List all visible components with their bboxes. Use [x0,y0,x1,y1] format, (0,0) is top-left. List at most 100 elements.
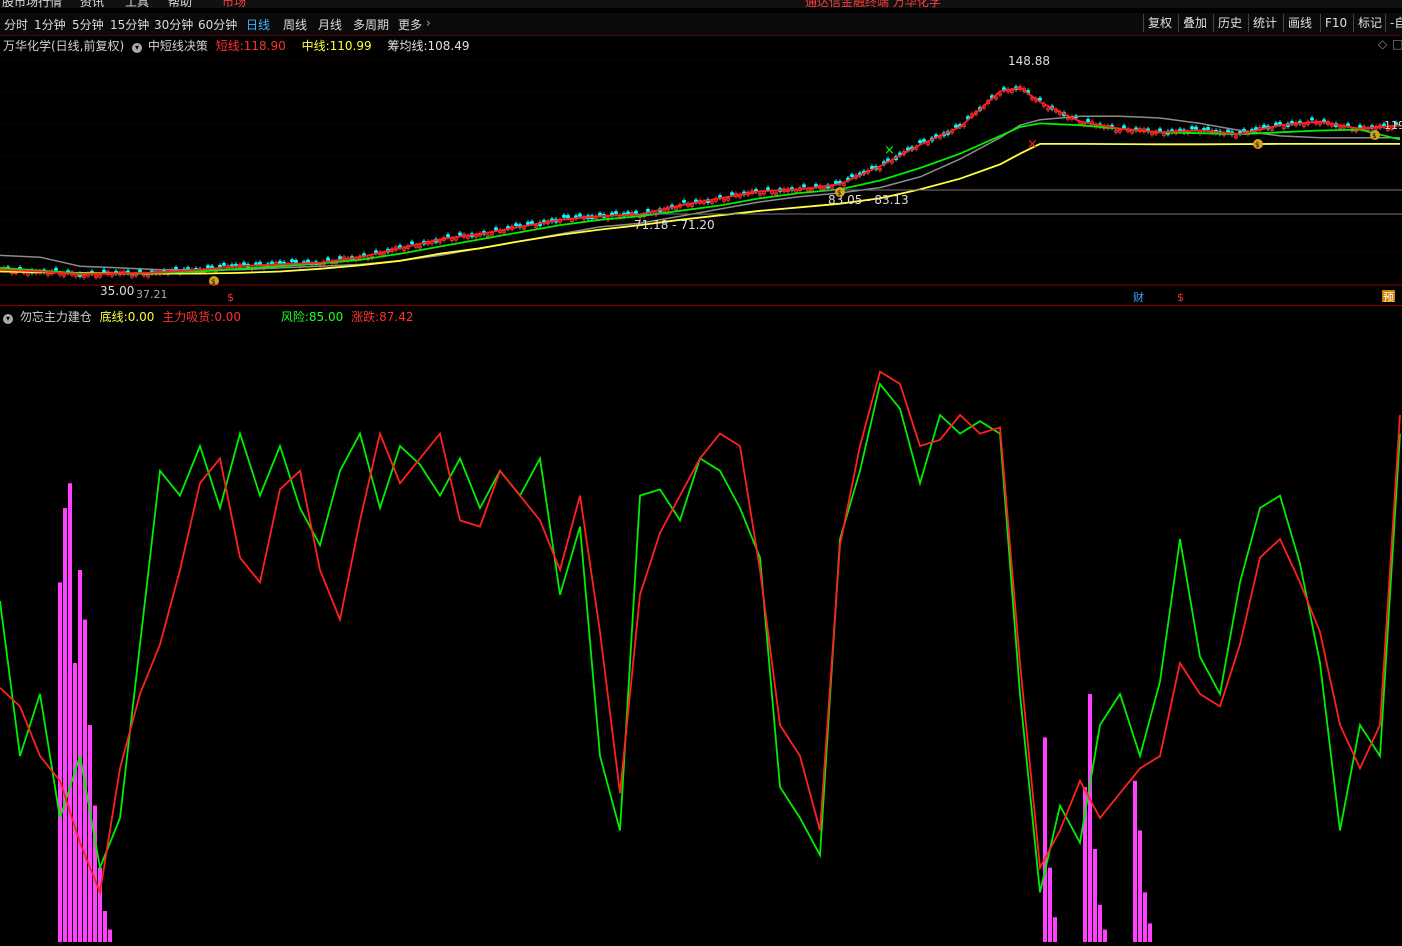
candle-body [458,232,462,236]
candle-body [410,241,414,245]
candle-body [338,256,342,260]
main-buy-bar [1053,917,1057,942]
price-chart[interactable]: 148.88 83.05 - 83.13 71.18 - 71.20 35.00… [0,52,1402,302]
candle-body [1122,125,1126,129]
candle-body [682,200,686,203]
candle-body [222,263,226,266]
tab-monthly[interactable]: 月线 [318,16,342,33]
svg-text:$: $ [837,189,841,197]
tool-mark[interactable]: 标记 [1353,14,1386,32]
menu-market[interactable]: 股市场行情 [2,0,62,8]
tool-f10[interactable]: F10 [1320,14,1351,32]
candle-body [730,192,734,196]
diamond-icon[interactable]: ◇ [1378,37,1387,51]
main-buy-bar [1133,780,1137,942]
low-price-label: 35.00 [100,284,134,298]
tab-1min[interactable]: 1分钟 [34,16,66,33]
candle-body [918,140,922,144]
candle-body [530,221,534,225]
tool-statistics[interactable]: 统计 [1248,14,1281,32]
event-marker-finance[interactable]: 财 [1133,290,1144,302]
tab-intraday[interactable]: 分时 [4,16,28,33]
candle-body [834,180,838,185]
panel-divider[interactable] [0,305,1402,306]
candle-body [138,269,142,273]
event-marker-forecast[interactable]: 预 [1382,290,1395,302]
tool-overlay[interactable]: 叠加 [1178,14,1211,32]
tab-5min[interactable]: 5分钟 [72,16,104,33]
window-title: 通达信金融终端 万华化学 [805,0,941,8]
sub-grid [0,351,1402,929]
candle-body [1206,127,1210,130]
menu-news[interactable]: 资讯 [80,0,104,8]
menu-tools[interactable]: 工具 [125,0,149,8]
main-buy-bar [73,663,77,942]
svg-text:$: $ [1372,132,1376,140]
menu-market-tab[interactable]: 市场 [222,0,246,8]
money-bag-icon: $ [1253,139,1263,149]
tool-self[interactable]: -自 [1385,14,1402,32]
tab-15min[interactable]: 15分钟 [110,16,149,33]
main-buy-bar [1143,892,1147,942]
event-marker-dividend[interactable]: $ [227,291,234,302]
tool-restore-rights[interactable]: 复权 [1143,14,1176,32]
indicator-chart[interactable] [0,322,1402,946]
candle-body [446,234,450,238]
main-buy-bar [63,508,67,942]
main-buy-bar [1138,830,1142,942]
tab-weekly[interactable]: 周线 [283,16,307,33]
candle-body [1158,128,1162,132]
candle-body [1358,124,1362,129]
mid-line-value: 110.99 [329,39,372,53]
candle-body [1310,117,1314,121]
main-buy-bar [1048,867,1052,942]
short-line-label: 短线: [215,39,244,53]
range-label-2: 71.18 - 71.20 [634,218,715,232]
short-line-value: 118.90 [243,39,286,53]
candle-body [54,267,58,271]
low-near-label: 37.21 [136,288,168,301]
tab-30min[interactable]: 30分钟 [154,16,193,33]
candle-body [634,210,638,214]
candle-body [206,265,210,269]
candle-body [242,262,246,266]
buy-cross-icon: × [884,143,895,158]
high-price-label: 148.88 [1008,54,1050,68]
candle-body [766,187,770,191]
main-buy-bar [58,582,62,942]
candle-body [578,213,582,217]
candle-body [278,260,282,264]
tab-multi-period[interactable]: 多周期 [353,16,389,33]
main-buy-bar [93,805,97,942]
chip-line-value: 108.49 [427,39,470,53]
main-buy-bar [88,725,92,942]
main-buy-bar [1103,929,1107,942]
svg-text:$: $ [1255,141,1259,149]
period-toolbar: 分时 1分钟 5分钟 15分钟 30分钟 60分钟 日线 周线 月线 多周期 更… [0,13,1402,36]
indicator-name[interactable]: 中短线决策 [148,39,208,53]
candle-body [494,227,498,231]
candle-series [2,84,1398,280]
tab-more[interactable]: 更多 [398,16,422,33]
tab-daily[interactable]: 日线 [246,16,270,33]
main-line-series [0,86,1401,276]
candle-body [1038,97,1042,101]
stock-title: 万华化学(日线,前复权) [3,39,125,53]
candle-body [174,266,178,270]
main-buy-bar [1098,904,1102,942]
candle-body [614,211,618,215]
candle-body [514,223,518,227]
tool-draw-line[interactable]: 画线 [1283,14,1316,32]
main-buy-bar [68,483,72,942]
menu-help[interactable]: 帮助 [168,0,192,8]
tool-history[interactable]: 历史 [1213,14,1246,32]
candle-body [258,261,262,266]
tab-60min[interactable]: 60分钟 [198,16,237,33]
main-buy-bar [1043,737,1047,942]
candle-body [294,259,298,264]
square-icon[interactable]: □ [1392,37,1402,51]
candle-body [1086,119,1090,122]
candle-body [870,165,874,169]
event-marker-dividend[interactable]: $ [1177,291,1184,302]
chevron-right-icon[interactable]: › [426,16,431,30]
